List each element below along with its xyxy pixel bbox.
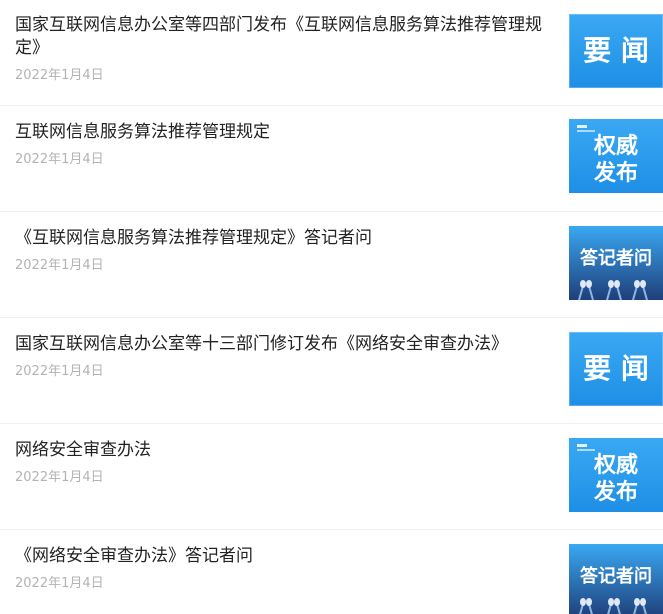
quanwei-fabu-thumbnail[interactable]: 权威 发布 [569, 119, 663, 193]
news-title-link[interactable]: 《网络安全审查办法》答记者问 [15, 545, 553, 568]
news-text: 《网络安全审查办法》答记者问 2022年1月4日 [15, 545, 553, 592]
thumbnail-label: 答记者问 [580, 565, 652, 587]
thumbnail-label-line2: 发布 [593, 479, 638, 505]
news-item-5: 网络安全审查办法 2022年1月4日 权威 发布 [0, 424, 663, 530]
news-title-link[interactable]: 网络安全审查办法 [15, 439, 553, 462]
quanwei-fabu-thumbnail[interactable]: 权威 发布 [569, 438, 663, 512]
thumbnail-label-line1: 权威 [593, 133, 638, 159]
yaowen-thumbnail[interactable]: 要 闻 [569, 14, 663, 88]
news-item-2: 互联网信息服务算法推荐管理规定 2022年1月4日 权威 发布 [0, 106, 663, 212]
news-title-link[interactable]: 《互联网信息服务算法推荐管理规定》答记者问 [15, 227, 553, 250]
yaowen-thumbnail[interactable]: 要 闻 [569, 332, 663, 406]
thumbnail-label-line1: 权威 [593, 452, 638, 478]
press-qa-thumbnail[interactable]: 答记者问 [569, 226, 663, 300]
news-item-6: 《网络安全审查办法》答记者问 2022年1月4日 答记者问 [0, 530, 663, 614]
news-text: 《互联网信息服务算法推荐管理规定》答记者问 2022年1月4日 [15, 227, 553, 274]
news-item-1: 国家互联网信息办公室等四部门发布《互联网信息服务算法推荐管理规定》 2022年1… [0, 0, 663, 106]
news-title-link[interactable]: 国家互联网信息办公室等四部门发布《互联网信息服务算法推荐管理规定》 [15, 14, 553, 60]
news-date: 2022年1月4日 [15, 68, 104, 83]
news-list: 国家互联网信息办公室等四部门发布《互联网信息服务算法推荐管理规定》 2022年1… [0, 0, 663, 614]
news-item-4: 国家互联网信息办公室等十三部门修订发布《网络安全审查办法》 2022年1月4日 … [0, 318, 663, 424]
news-text: 网络安全审查办法 2022年1月4日 [15, 439, 553, 486]
news-date: 2022年1月4日 [15, 258, 104, 273]
news-item-3: 《互联网信息服务算法推荐管理规定》答记者问 2022年1月4日 答记者问 [0, 212, 663, 318]
thumbnail-label: 要 闻 [583, 352, 649, 385]
news-text: 国家互联网信息办公室等四部门发布《互联网信息服务算法推荐管理规定》 2022年1… [15, 14, 553, 84]
news-date: 2022年1月4日 [15, 470, 104, 485]
news-title-link[interactable]: 国家互联网信息办公室等十三部门修订发布《网络安全审查办法》 [15, 333, 553, 356]
news-title-link[interactable]: 互联网信息服务算法推荐管理规定 [15, 121, 553, 144]
news-date: 2022年1月4日 [15, 576, 104, 591]
thumbnail-label: 答记者问 [580, 247, 652, 269]
thumbnail-label: 要 闻 [583, 34, 649, 67]
news-date: 2022年1月4日 [15, 152, 104, 167]
news-text: 互联网信息服务算法推荐管理规定 2022年1月4日 [15, 121, 553, 168]
news-date: 2022年1月4日 [15, 364, 104, 379]
thumbnail-label-line2: 发布 [593, 160, 638, 186]
press-qa-thumbnail[interactable]: 答记者问 [569, 544, 663, 614]
news-text: 国家互联网信息办公室等十三部门修订发布《网络安全审查办法》 2022年1月4日 [15, 333, 553, 380]
